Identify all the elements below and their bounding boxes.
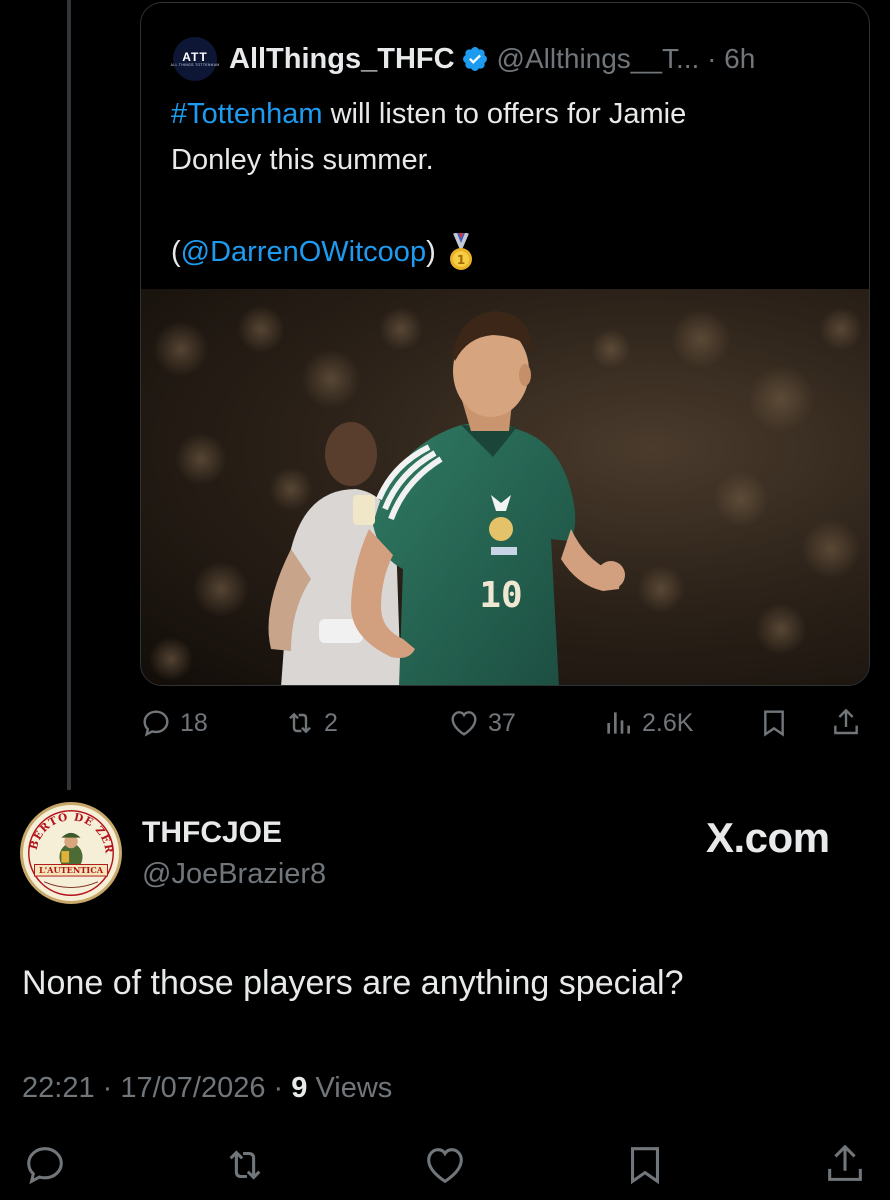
repost-icon [229,1150,261,1180]
reply-timestamp-views: 22:21 · 17/07/2026 · 9 Views [22,1072,392,1105]
reply-views-count: 9 [291,1072,308,1104]
repost-icon [289,712,311,734]
quoted-text-line2: Donley this summer. [171,144,434,176]
quoted-text-line1: will listen to offers for Jamie [322,98,687,130]
reply-icon [143,710,169,737]
reply-author-name[interactable]: THFCJOE [142,816,282,850]
quoted-tweet-photo[interactable]: 10 [141,289,869,685]
quoted-avatar-subtext: ALL THINGS TOTTENHAM [170,62,220,67]
like-heart-icon [427,1148,463,1184]
like-count: 37 [488,708,516,737]
shirt-number: 10 [479,575,522,616]
quoted-avatar[interactable]: ATT ALL THINGS TOTTENHAM [170,37,220,81]
roberto-de-zerbi-logo: ROBERTO DE ZERBI L'AUTENTICA [23,805,118,900]
bookmark-action[interactable] [758,700,798,746]
player-photo-illustration: 10 [149,305,863,685]
share-icon [834,708,858,735]
like-heart-icon [451,711,477,736]
mention-link[interactable]: @DarrenOWitcoop [181,236,426,268]
share-button[interactable] [822,1142,868,1188]
reply-action-bar [0,1142,890,1192]
like-button[interactable] [422,1142,468,1188]
repost-count: 2 [324,708,338,737]
reply-tweet-text: None of those players are anything speci… [22,964,684,1002]
quoted-tweet-actions: 18 2 37 2.6K [140,700,870,746]
repost-button[interactable] [222,1142,268,1188]
reply-views-label: Views [307,1072,393,1104]
verified-badge-icon [462,47,487,71]
hashtag-link[interactable]: #Tottenham [171,98,323,130]
quoted-tweet-card[interactable]: ATT ALL THINGS TOTTENHAM AllThings_THFC … [140,2,870,686]
reply-action[interactable]: 18 [140,700,208,746]
views-chart-icon [607,712,630,734]
paren-open: ( [171,236,181,268]
views-action[interactable]: 2.6K [602,700,693,746]
bookmark-icon [631,1147,659,1185]
bookmark-button[interactable] [622,1142,668,1188]
quoted-author-name[interactable]: AllThings_THFC [229,43,455,76]
share-icon [828,1144,862,1181]
bookmark-icon [764,710,784,737]
share-action[interactable] [830,700,870,746]
reply-button[interactable] [22,1142,68,1188]
x-com-watermark: X.com [706,814,830,861]
quoted-tweet-header: ATT ALL THINGS TOTTENHAM AllThings_THFC … [170,37,756,81]
reply-author-handle[interactable]: @JoeBrazier8 [142,858,326,891]
avatar-banner-text: L'AUTENTICA [39,865,104,875]
reply-author-avatar[interactable]: ROBERTO DE ZERBI L'AUTENTICA [20,802,122,904]
quoted-handle-time[interactable]: @Allthings__T... · 6h [497,43,756,75]
paren-close: ) [426,236,436,268]
reply-count: 18 [180,708,208,737]
first-place-medal-icon: 1 [449,233,472,271]
reply-timestamp[interactable]: 22:21 · 17/07/2026 · [22,1072,291,1104]
svg-text:1: 1 [457,253,465,267]
views-count: 2.6K [642,708,694,737]
reply-icon [27,1147,63,1185]
thread-connector-line [67,0,71,790]
quoted-avatar-text: ATT [182,49,208,64]
repost-action[interactable]: 2 [284,700,338,746]
quoted-tweet-text: #Tottenham will listen to offers for Jam… [171,91,831,275]
like-action[interactable]: 37 [448,700,516,746]
